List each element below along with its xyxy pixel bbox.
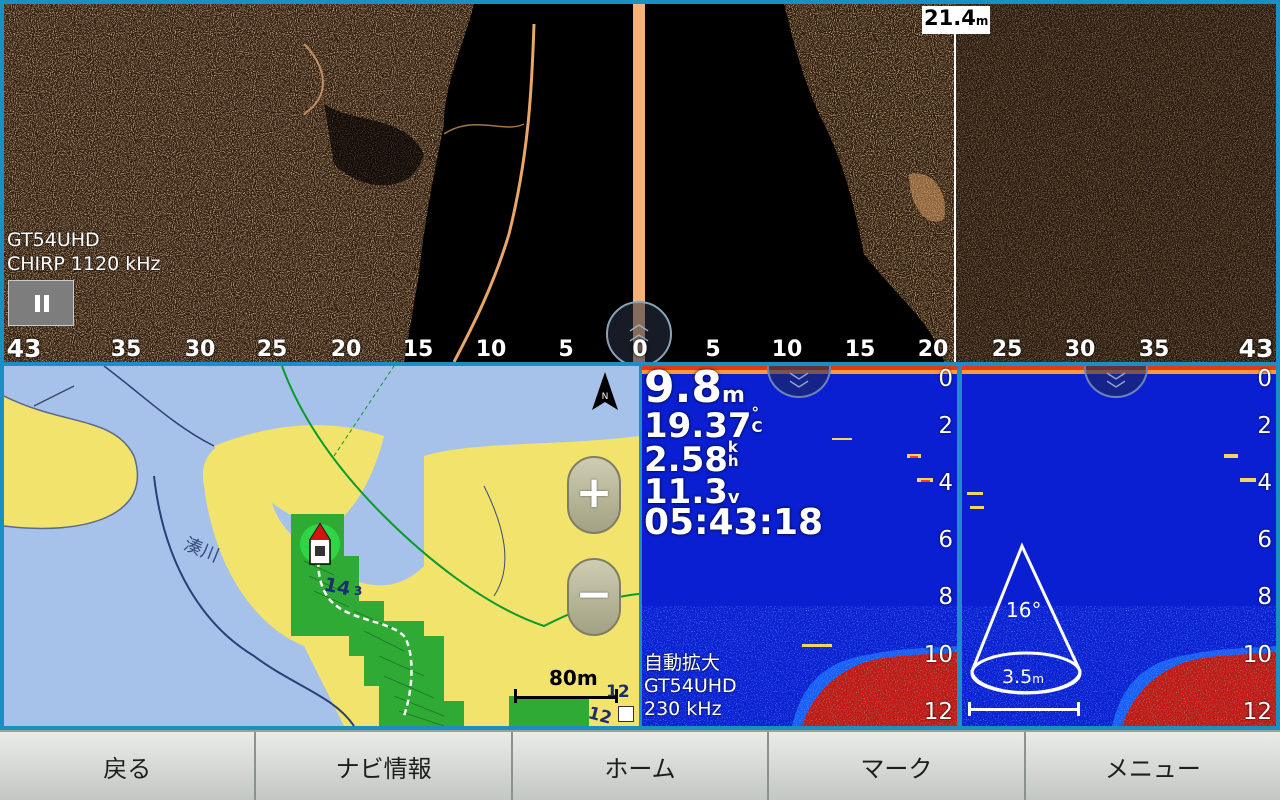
depth-scale-tick: 8 <box>938 584 953 610</box>
range-tick-center: 0 <box>632 337 648 362</box>
range-tick: 30 <box>1064 337 1096 362</box>
range-tick: 25 <box>991 337 1023 362</box>
range-tick: 43 <box>6 334 42 362</box>
menu-button[interactable]: メニュー <box>1026 732 1280 800</box>
depth-scale-tick: 12 <box>1242 699 1272 725</box>
range-tick: 5 <box>558 337 574 362</box>
north-arrow-icon[interactable]: N <box>590 372 620 416</box>
range-tick: 15 <box>402 337 434 362</box>
range-tick: 10 <box>771 337 803 362</box>
range-tick: 30 <box>184 337 216 362</box>
depth-unit: m <box>721 383 745 408</box>
depth-scale-tick: 6 <box>938 527 953 553</box>
depth-scale-tick: 4 <box>1257 470 1272 496</box>
range-tick: 20 <box>330 337 362 362</box>
chart-pane[interactable]: 湊川 14 3 12 12 N + − 80m <box>4 366 639 726</box>
range-cursor-line[interactable] <box>954 32 956 362</box>
depth-label: 3 <box>354 584 363 598</box>
pause-icon-bar <box>44 295 49 312</box>
traditional-sonar-pane[interactable]: ﹀ ﹀ 9.8m 19.37° C 2.58k h 11.3v 05:43:18 自… <box>642 366 957 726</box>
depth-scale-tick: 0 <box>1257 366 1272 392</box>
range-tick: 43 <box>1238 334 1274 362</box>
depth-scale-tick: 10 <box>1242 642 1272 668</box>
map-scale-label: 80m <box>549 666 598 690</box>
home-button[interactable]: ホーム <box>513 732 770 800</box>
depth-scale-tick: 12 <box>923 699 953 725</box>
transducer-label: GT54UHD <box>7 229 100 251</box>
nautical-chart-map <box>4 366 639 726</box>
chevron-down-icon-2: ﹀ <box>789 378 809 402</box>
back-button[interactable]: 戻る <box>0 732 257 800</box>
svg-text:N: N <box>602 392 609 402</box>
chevron-down-icon-2: ﹀ <box>1106 378 1126 402</box>
depth-scale-tick: 10 <box>923 642 953 668</box>
map-scale-bar <box>514 689 618 703</box>
cone-angle-label: 16° <box>1006 598 1042 622</box>
depth-scale-tick: 6 <box>1257 527 1272 553</box>
range-tick: 25 <box>256 337 288 362</box>
speed-unit-h: h <box>727 452 739 470</box>
sidescan-pane[interactable]: 21.4m GT54UHD CHIRP 1120 kHz ︿ ︿ 43 35 3… <box>4 4 1276 362</box>
transducer-label: GT54UHD <box>644 675 737 697</box>
depth-scale-tick: 0 <box>938 366 953 392</box>
range-tick: 15 <box>844 337 876 362</box>
range-tick: 20 <box>917 337 949 362</box>
range-tick: 35 <box>1138 337 1170 362</box>
cone-width-label: 3.5m <box>1002 666 1044 688</box>
downvu-sonar-pane[interactable]: ﹀ ﹀ 16° 3.5m 0 2 4 6 8 10 12 <box>962 366 1276 726</box>
sidescan-source-info: GT54UHD CHIRP 1120 kHz <box>7 228 161 276</box>
cone-width-value: 3.5 <box>1002 666 1033 688</box>
nav-info-button[interactable]: ナビ情報 <box>256 732 513 800</box>
cursor-range-readout: 21.4m <box>922 6 991 34</box>
softkey-bar: 戻る ナビ情報 ホーム マーク メニュー <box>0 730 1280 800</box>
time-readout: 05:43:18 <box>644 502 824 543</box>
range-tick: 5 <box>705 337 721 362</box>
range-tick: 10 <box>475 337 507 362</box>
sonar-scale-bar <box>968 702 1080 716</box>
zoom-in-button[interactable]: + <box>567 456 621 534</box>
depth-scale-tick: 4 <box>938 470 953 496</box>
depth-scale-tick: 2 <box>1257 413 1272 439</box>
map-options-icon[interactable] <box>618 706 634 722</box>
cursor-range-value: 21.4 <box>924 6 976 30</box>
mark-button[interactable]: マーク <box>769 732 1026 800</box>
depth-scale-tick: 2 <box>938 413 953 439</box>
range-tick: 35 <box>110 337 142 362</box>
zoom-mode-label: 自動拡大 <box>644 652 721 674</box>
frequency-label: 230 kHz <box>644 698 722 720</box>
cursor-range-unit: m <box>975 14 989 28</box>
temp-unit-c: C <box>751 418 763 436</box>
cone-width-unit: m <box>1032 672 1044 686</box>
pause-button[interactable] <box>8 280 74 326</box>
sonar-source-info: 自動拡大 GT54UHD 230 kHz <box>644 652 737 721</box>
pause-icon <box>35 295 40 312</box>
frequency-label: CHIRP 1120 kHz <box>7 253 161 275</box>
zoom-out-button[interactable]: − <box>567 558 621 636</box>
depth-scale-tick: 8 <box>1257 584 1272 610</box>
